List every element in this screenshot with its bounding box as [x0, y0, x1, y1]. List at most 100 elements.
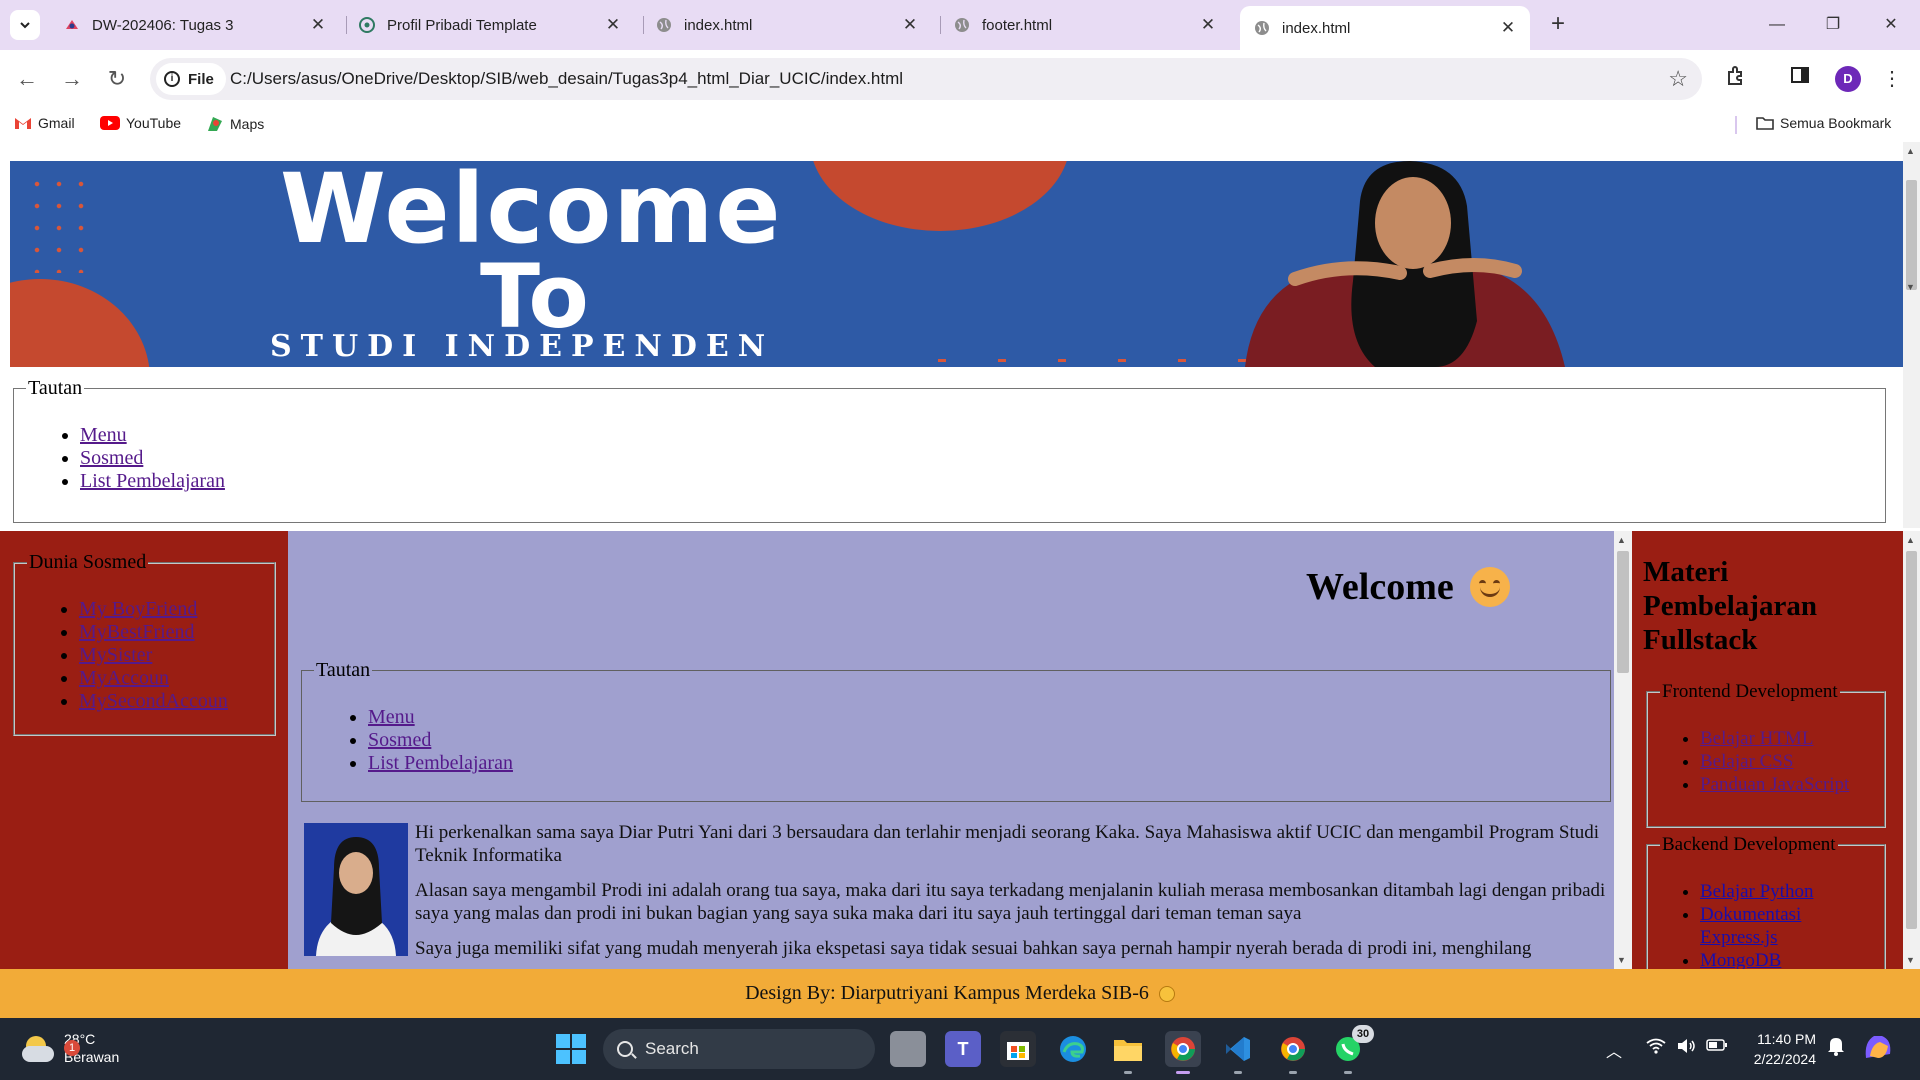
frontend-fieldset: Frontend Development Belajar HTML Belaja… [1646, 681, 1886, 828]
list-item: MongoDB [1700, 949, 1872, 969]
bookmark-gmail[interactable]: Gmail [14, 115, 75, 131]
tab-index-1[interactable]: index.html ✕ [642, 8, 932, 42]
sosmed-link-boyfriend[interactable]: My BoyFriend [79, 598, 197, 620]
chevron-up-icon[interactable]: ︿ [1606, 1038, 1622, 1062]
chrome-icon[interactable] [1275, 1031, 1311, 1074]
center-link-menu[interactable]: Menu [368, 706, 415, 728]
center-link-sosmed[interactable]: Sosmed [368, 729, 431, 751]
close-window-button[interactable]: ✕ [1868, 8, 1914, 42]
menu-kebab-icon[interactable]: ⋮ [1877, 64, 1907, 94]
bookmark-youtube[interactable]: YouTube [100, 115, 181, 131]
list-item: Sosmed [368, 729, 1598, 752]
center-link-list-pembelajaran[interactable]: List Pembelajaran [368, 752, 513, 774]
banner-studi-text: STUDI INDEPENDEN [270, 329, 775, 364]
smiley-emoji-icon [1469, 567, 1510, 607]
page-scrollbar[interactable]: ▲ ▼ [1903, 142, 1920, 528]
restore-button[interactable]: ❐ [1810, 8, 1856, 42]
nav-link-list-pembelajaran[interactable]: List Pembelajaran [80, 470, 225, 492]
back-button[interactable]: ← [10, 62, 44, 96]
link-mongodb[interactable]: MongoDB [1700, 950, 1781, 969]
main-content-scrollbar[interactable]: ▲ ▼ [1614, 531, 1632, 969]
list-item: Belajar HTML [1700, 727, 1872, 750]
file-explorer-icon[interactable] [1110, 1031, 1146, 1074]
nav-link-sosmed[interactable]: Sosmed [80, 447, 143, 469]
close-icon[interactable]: ✕ [605, 15, 621, 35]
backend-legend: Backend Development [1662, 834, 1836, 855]
list-item: MySister [79, 644, 262, 667]
link-belajar-html[interactable]: Belajar HTML [1700, 728, 1813, 749]
globe-icon [955, 18, 969, 32]
new-tab-button[interactable]: + [1543, 10, 1573, 40]
tab-index-active[interactable]: index.html ✕ [1240, 6, 1530, 50]
sosmed-link-account[interactable]: MyAccoun [79, 667, 169, 689]
link-belajar-css[interactable]: Belajar CSS [1700, 751, 1793, 772]
site-info-chip[interactable]: i File [156, 63, 226, 95]
tab-search-button[interactable] [10, 10, 40, 40]
browser-toolbar: ← → ↻ i File C:/Users/asus/OneDrive/Desk… [0, 50, 1920, 108]
copilot-icon[interactable] [1862, 1032, 1894, 1067]
page-footer: Design By: Diarputriyani Kampus Merdeka … [0, 969, 1920, 1018]
volume-icon[interactable] [1676, 1038, 1696, 1059]
edge-icon[interactable] [1055, 1031, 1091, 1067]
list-item: List Pembelajaran [80, 470, 1873, 493]
bio-paragraph: Alasan saya mengambil Prodi ini adalah o… [415, 880, 1606, 924]
close-icon[interactable]: ✕ [1200, 15, 1216, 35]
list-item: My BoyFriend [79, 598, 262, 621]
tab-profil-pribadi[interactable]: Profil Pribadi Template ✕ [345, 8, 635, 42]
taskbar-search[interactable]: Search [603, 1029, 875, 1069]
nav-link-menu[interactable]: Menu [80, 424, 127, 446]
scheme-label: File [188, 70, 214, 88]
search-icon [617, 1041, 633, 1057]
system-clock[interactable]: 11:40 PM 2/22/2024 [1740, 1029, 1816, 1069]
tab-dw-tugas3[interactable]: DW-202406: Tugas 3 ✕ [50, 8, 340, 42]
address-bar[interactable]: i File C:/Users/asus/OneDrive/Desktop/SI… [150, 58, 1702, 100]
close-icon[interactable]: ✕ [1500, 18, 1516, 38]
clock-time: 11:40 PM [1757, 1031, 1816, 1047]
chatgpt-icon [359, 17, 375, 33]
chrome-profile-icon[interactable] [1165, 1031, 1201, 1074]
windows-start-icon[interactable] [556, 1034, 586, 1064]
frontend-legend: Frontend Development [1662, 681, 1838, 702]
teams-icon[interactable]: T [945, 1031, 981, 1067]
vscode-icon[interactable] [1220, 1031, 1256, 1074]
close-icon[interactable]: ✕ [902, 15, 918, 35]
profile-avatar[interactable]: D [1835, 66, 1861, 92]
bookmark-maps[interactable]: Maps [206, 115, 264, 133]
microsoft-store-icon[interactable] [1000, 1031, 1036, 1067]
close-icon[interactable]: ✕ [310, 15, 326, 35]
top-nav-fieldset: Tautan Menu Sosmed List Pembelajaran [13, 377, 1886, 523]
welcome-banner: Welcome To STUDI INDEPENDEN [10, 161, 1910, 367]
all-bookmarks-button[interactable]: Semua Bookmark [1756, 115, 1891, 131]
center-nav-legend: Tautan [316, 659, 371, 681]
clock-date: 2/22/2024 [1753, 1051, 1816, 1067]
list-item: Menu [80, 424, 1873, 447]
sosmed-link-sister[interactable]: MySister [79, 644, 152, 666]
wifi-icon[interactable] [1646, 1038, 1666, 1059]
folder-icon [1756, 117, 1774, 130]
right-sidebar-scrollbar[interactable]: ▲ ▼ [1903, 531, 1920, 969]
reload-button[interactable]: ↻ [100, 62, 134, 96]
weather-widget[interactable]: 1 28°C Berawan [22, 1030, 119, 1066]
list-item: Menu [368, 706, 1598, 729]
link-panduan-javascript[interactable]: Panduan JavaScript [1700, 774, 1849, 795]
link-dokumentasi-express[interactable]: Dokumentasi Express.js [1700, 904, 1801, 948]
battery-icon[interactable] [1706, 1038, 1728, 1057]
sosmed-link-bestfriend[interactable]: MyBestFriend [79, 621, 195, 643]
tab-footer[interactable]: footer.html ✕ [940, 8, 1230, 42]
extensions-icon[interactable] [1721, 64, 1751, 94]
bookmark-star-icon[interactable]: ☆ [1668, 66, 1688, 92]
globe-icon [1255, 21, 1269, 35]
task-view-icon[interactable] [890, 1031, 926, 1067]
dicoding-icon [66, 20, 78, 29]
whatsapp-unread-badge: 30 [1352, 1025, 1374, 1043]
url-text[interactable]: C:/Users/asus/OneDrive/Desktop/SIB/web_d… [230, 69, 903, 89]
windows-taskbar: 1 28°C Berawan Search T 30 ︿ 11:40 PM 2/… [0, 1018, 1920, 1080]
side-panel-icon[interactable] [1785, 64, 1815, 94]
banner-person-image [1245, 161, 1565, 367]
link-belajar-python[interactable]: Belajar Python [1700, 881, 1813, 902]
minimize-button[interactable]: — [1754, 8, 1800, 42]
notification-bell-icon[interactable] [1827, 1036, 1845, 1061]
sosmed-link-second-account[interactable]: MySecondAccoun [79, 690, 228, 712]
forward-button[interactable]: → [55, 62, 89, 96]
whatsapp-icon[interactable]: 30 [1330, 1025, 1374, 1074]
